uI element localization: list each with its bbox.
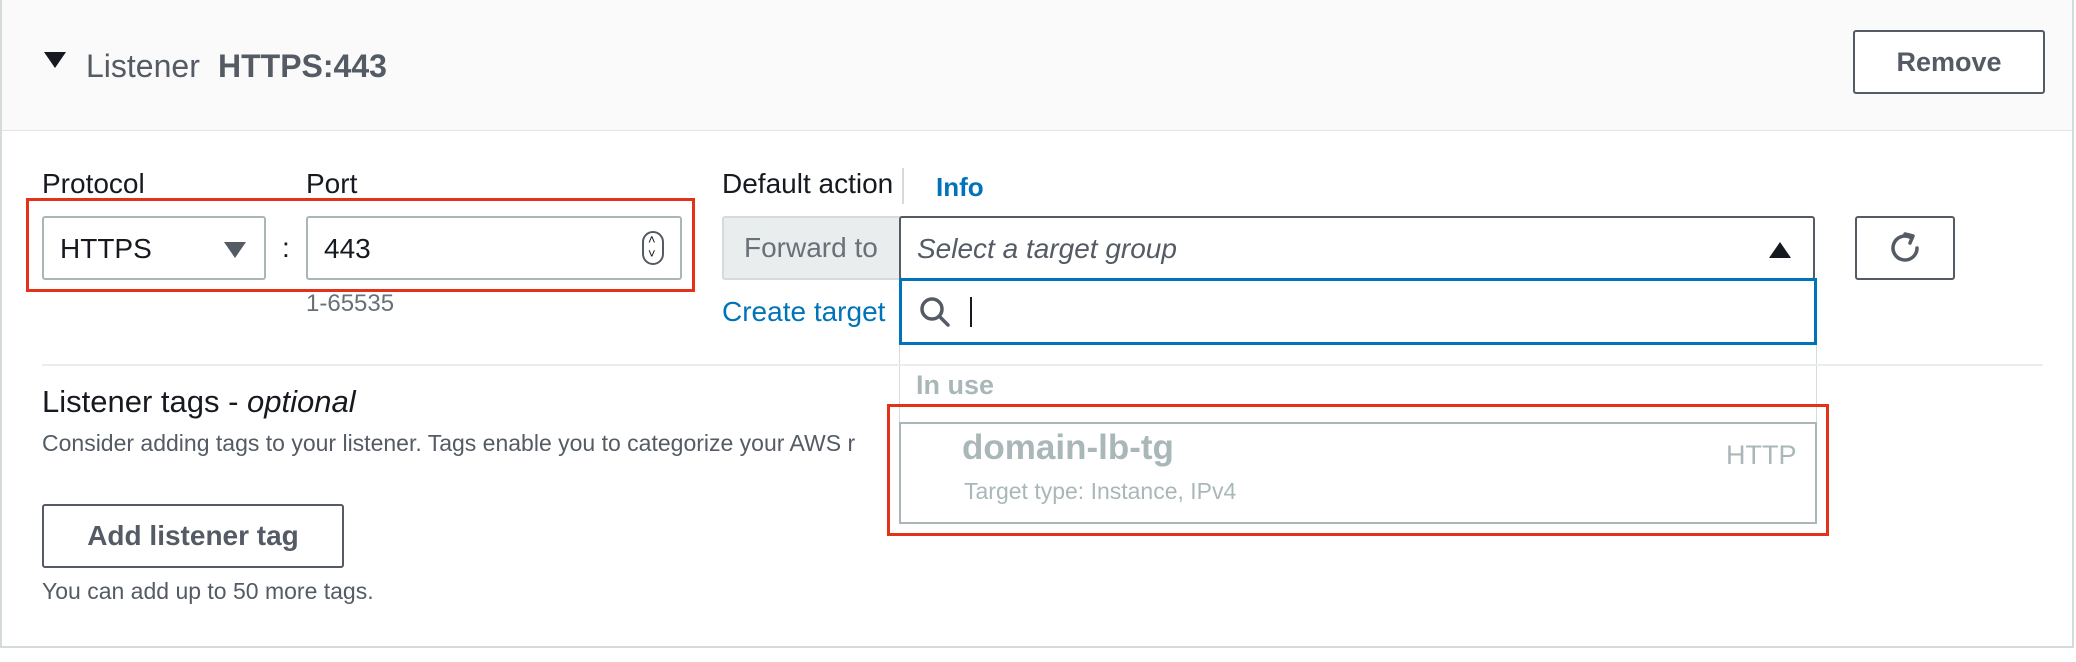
listener-tags-optional: optional xyxy=(247,384,356,419)
default-action-label: Default action xyxy=(722,168,894,199)
port-label: Port xyxy=(306,168,358,199)
info-link[interactable]: Info xyxy=(936,172,984,203)
add-listener-tag-button[interactable]: Add listener tag xyxy=(42,504,344,568)
section-divider xyxy=(42,364,2043,366)
listener-tags-title: Listener tags - optional xyxy=(42,384,356,420)
listener-name: HTTPS:443 xyxy=(218,48,387,84)
refresh-icon xyxy=(1891,232,1919,262)
listener-title: Listener xyxy=(86,48,200,84)
forward-to-addon: Forward to xyxy=(722,216,902,280)
create-target-group-link[interactable]: Create target xyxy=(722,296,885,328)
dropdown-triangle-up-icon xyxy=(1769,242,1791,258)
highlight-box-target-option xyxy=(887,404,1829,536)
target-group-placeholder: Select a target group xyxy=(917,233,1177,264)
listener-tags-title-text: Listener tags - xyxy=(42,384,248,419)
refresh-button[interactable] xyxy=(1855,216,1955,280)
listener-header: Listener HTTPS:443 Remove xyxy=(2,0,2072,131)
port-range-hint: 1-65535 xyxy=(306,290,395,317)
collapse-caret-icon[interactable] xyxy=(44,52,66,68)
highlight-box-protocol-port xyxy=(26,198,695,292)
group-label-in-use: In use xyxy=(916,370,995,400)
protocol-label: Protocol xyxy=(42,168,145,199)
text-cursor xyxy=(970,297,972,327)
listener-tags-description: Consider adding tags to your listener. T… xyxy=(42,430,856,456)
target-group-search-input[interactable] xyxy=(899,278,1817,345)
remove-button[interactable]: Remove xyxy=(1853,30,2045,94)
tags-limit-hint: You can add up to 50 more tags. xyxy=(42,578,374,604)
target-group-select[interactable]: Select a target group xyxy=(899,216,1815,280)
search-icon xyxy=(920,297,950,327)
label-divider xyxy=(902,168,904,204)
